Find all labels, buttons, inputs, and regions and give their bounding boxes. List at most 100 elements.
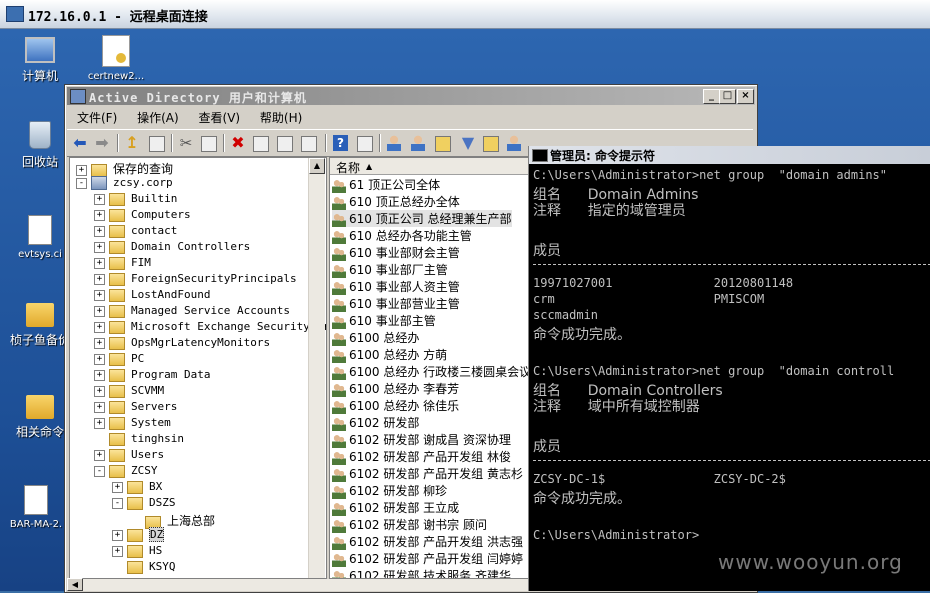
expand-icon[interactable]: + bbox=[112, 545, 123, 557]
list-item[interactable]: 6102 研发部 bbox=[332, 414, 419, 431]
list-item[interactable]: 6102 研发部 谢成昌 资深协理 bbox=[332, 431, 511, 448]
list-item[interactable]: 6102 研发部 产品开发组 黄志杉 bbox=[332, 465, 523, 482]
collapse-icon[interactable]: - bbox=[112, 497, 123, 509]
tree-node[interactable]: + Computers bbox=[94, 208, 191, 224]
menu-view[interactable]: 查看(V) bbox=[191, 107, 249, 128]
show-action-pane-icon[interactable] bbox=[357, 136, 373, 152]
list-item[interactable]: 6102 研发部 王立成 bbox=[332, 499, 459, 516]
list-header-name[interactable]: 名称 ▲ bbox=[330, 158, 530, 175]
expand-icon[interactable]: + bbox=[94, 257, 105, 269]
tree-node[interactable]: + contact bbox=[94, 224, 177, 240]
tree-node[interactable]: + Users bbox=[94, 448, 164, 464]
tree-node[interactable]: + LostAndFound bbox=[94, 288, 210, 304]
expand-icon[interactable]: + bbox=[112, 529, 123, 541]
forward-arrow-icon[interactable]: ➡ bbox=[93, 134, 111, 152]
new-user-icon[interactable] bbox=[387, 135, 401, 151]
expand-icon[interactable]: + bbox=[112, 481, 123, 493]
tree-node[interactable]: + System bbox=[94, 416, 171, 432]
tree-node[interactable]: - zcsy.corp bbox=[76, 176, 173, 192]
cmd-title-bar[interactable]: 管理员: 命令提示符 bbox=[529, 146, 930, 164]
expand-icon[interactable]: + bbox=[94, 385, 105, 397]
list-item[interactable]: 6102 研发部 谢书宗 顾问 bbox=[332, 516, 487, 533]
tree-node[interactable]: + HS bbox=[112, 544, 162, 560]
list-item[interactable]: 61 顶正公司全体 bbox=[332, 176, 440, 193]
tree-node[interactable]: + SCVMM bbox=[94, 384, 164, 400]
tree-node[interactable]: + ForeignSecurityPrincipals bbox=[94, 272, 297, 288]
desktop-icon-computer[interactable]: 计算机 bbox=[4, 33, 76, 84]
tree-node[interactable]: - DSZS bbox=[112, 496, 176, 512]
refresh-icon[interactable] bbox=[277, 136, 293, 152]
menu-action[interactable]: 操作(A) bbox=[129, 107, 187, 128]
list-item[interactable]: 6102 研发部 技术服务 齐建华 bbox=[332, 567, 511, 578]
help-icon[interactable]: ? bbox=[333, 135, 348, 151]
tree-node[interactable]: - ZCSY bbox=[94, 464, 158, 480]
tree-node[interactable]: 上海总部 bbox=[130, 512, 215, 529]
maximize-button[interactable]: □ bbox=[719, 89, 736, 104]
properties-icon[interactable] bbox=[253, 136, 269, 152]
list-item[interactable]: 6102 研发部 柳珍 bbox=[332, 482, 447, 499]
expand-icon[interactable]: + bbox=[94, 353, 105, 365]
tree-node[interactable]: KSYQ bbox=[112, 560, 176, 576]
list-item[interactable]: 610 事业部营业主管 bbox=[332, 295, 460, 312]
list-item[interactable]: 6102 研发部 产品开发组 洪志强 bbox=[332, 533, 523, 550]
expand-icon[interactable]: + bbox=[94, 273, 105, 285]
expand-icon[interactable]: + bbox=[94, 417, 105, 429]
list-item[interactable]: 610 顶正公司 总经理兼生产部 bbox=[332, 210, 512, 227]
list-item[interactable]: 6100 总经办 bbox=[332, 329, 419, 346]
expand-icon[interactable]: + bbox=[94, 369, 105, 381]
tree-node[interactable]: + OpsMgrLatencyMonitors bbox=[94, 336, 270, 352]
desktop-icon-bar[interactable]: BAR-MA-2. bbox=[0, 485, 72, 530]
up-folder-icon[interactable]: ↥ bbox=[123, 134, 141, 152]
copy-icon[interactable] bbox=[201, 136, 217, 152]
new-group-icon[interactable] bbox=[411, 135, 425, 151]
expand-icon[interactable]: + bbox=[94, 337, 105, 349]
tree-scrollbar[interactable]: ▲ bbox=[308, 158, 325, 578]
close-button[interactable]: × bbox=[737, 89, 754, 104]
collapse-icon[interactable]: - bbox=[76, 177, 87, 189]
tree-node[interactable]: + Domain Controllers bbox=[94, 240, 250, 256]
back-arrow-icon[interactable]: ⬅ bbox=[71, 134, 89, 152]
tree-node[interactable]: tinghsin bbox=[94, 432, 184, 448]
cut-icon[interactable]: ✂ bbox=[177, 134, 195, 152]
list-item[interactable]: 610 事业部厂主管 bbox=[332, 261, 448, 278]
tree-node[interactable]: + Builtin bbox=[94, 192, 177, 208]
show-tree-icon[interactable] bbox=[149, 136, 165, 152]
list-item[interactable]: 6100 总经办 李春芳 bbox=[332, 380, 459, 397]
tree-node[interactable]: + DZ bbox=[112, 527, 165, 544]
filter-icon[interactable]: ▼ bbox=[459, 134, 477, 152]
list-item[interactable]: 610 事业部人资主管 bbox=[332, 278, 460, 295]
tree-node[interactable]: + PC bbox=[94, 352, 144, 368]
minimize-button[interactable]: _ bbox=[703, 89, 720, 104]
tree-node[interactable]: + Program Data bbox=[94, 368, 210, 384]
tree-node[interactable]: + FIM bbox=[94, 256, 151, 272]
list-item[interactable]: 610 事业部主管 bbox=[332, 312, 436, 329]
collapse-icon[interactable]: - bbox=[94, 465, 105, 477]
tree-node[interactable]: + Servers bbox=[94, 400, 177, 416]
tree-node[interactable]: + Microsoft Exchange Security Gr bbox=[94, 320, 326, 336]
tree-node[interactable]: + Managed Service Accounts bbox=[94, 304, 290, 320]
expand-icon[interactable]: + bbox=[94, 225, 105, 237]
list-item[interactable]: 610 总经办各功能主管 bbox=[332, 227, 472, 244]
tree-node[interactable]: + 保存的查询 bbox=[76, 160, 173, 177]
scroll-left-icon[interactable]: ◀ bbox=[67, 578, 83, 591]
expand-icon[interactable]: + bbox=[94, 193, 105, 205]
find-icon[interactable] bbox=[483, 136, 499, 152]
scroll-up-icon[interactable]: ▲ bbox=[309, 158, 325, 174]
list-item[interactable]: 6102 研发部 产品开发组 闫婷婷 bbox=[332, 550, 523, 567]
list-item[interactable]: 6102 研发部 产品开发组 林俊 bbox=[332, 448, 511, 465]
add-to-group-icon[interactable] bbox=[507, 135, 521, 151]
expand-icon[interactable]: + bbox=[94, 209, 105, 221]
expand-icon[interactable]: + bbox=[94, 241, 105, 253]
expand-icon[interactable]: + bbox=[94, 401, 105, 413]
list-item[interactable]: 6100 总经办 徐佳乐 bbox=[332, 397, 459, 414]
list-item[interactable]: 610 顶正总经办全体 bbox=[332, 193, 460, 210]
desktop-icon-cert[interactable]: certnew2... bbox=[80, 35, 152, 82]
delete-icon[interactable]: ✖ bbox=[229, 134, 247, 152]
expand-icon[interactable]: + bbox=[94, 321, 105, 333]
menu-help[interactable]: 帮助(H) bbox=[252, 107, 310, 128]
list-item[interactable]: 6100 总经办 方萌 bbox=[332, 346, 447, 363]
export-list-icon[interactable] bbox=[301, 136, 317, 152]
ad-title-bar[interactable]: Active Directory 用户和计算机 _ □ × bbox=[67, 87, 755, 105]
new-ou-icon[interactable] bbox=[435, 136, 451, 152]
expand-icon[interactable]: + bbox=[94, 289, 105, 301]
